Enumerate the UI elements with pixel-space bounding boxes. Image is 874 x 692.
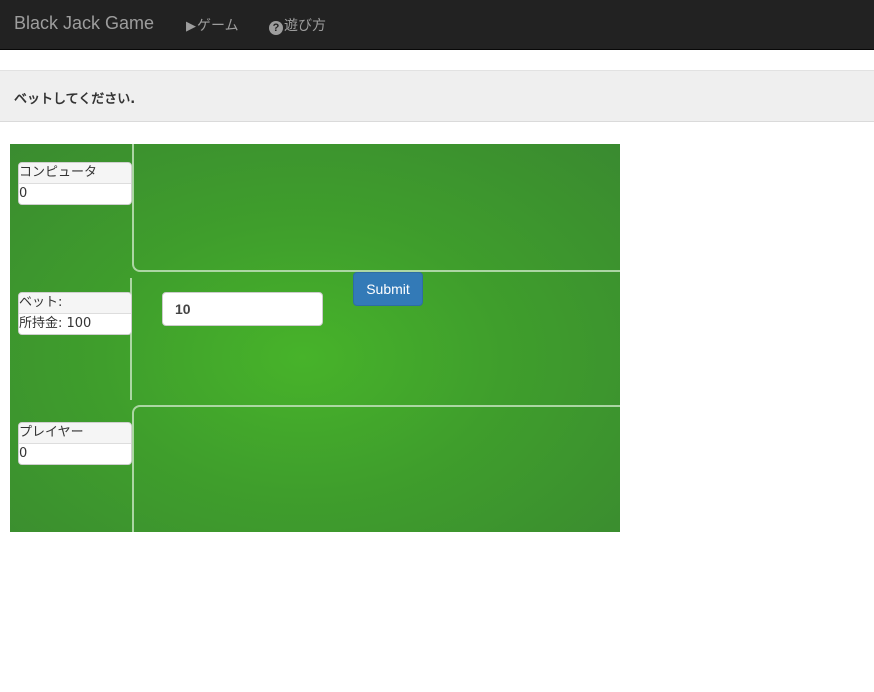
question-circle-icon: ? — [269, 21, 283, 35]
bet-info-box: ベット: 所持金: 100 — [18, 292, 132, 335]
submit-button[interactable]: Submit — [353, 272, 423, 306]
player-score-box: プレイヤー 0 — [18, 422, 132, 465]
nav-howto-link[interactable]: ? 遊び方 — [269, 15, 326, 35]
computer-score-box: コンピュータ 0 — [18, 162, 132, 205]
brand-link[interactable]: Black Jack Game — [14, 13, 154, 34]
nav-game-label: ゲーム — [197, 18, 239, 34]
computer-label: コンピュータ — [19, 163, 131, 184]
status-message-bar: ベットしてください. — [0, 70, 874, 122]
bet-label: ベット: — [19, 293, 131, 314]
play-icon: ▶ — [186, 19, 196, 34]
top-navbar: Black Jack Game ▶ゲーム ? 遊び方 — [0, 0, 874, 50]
bet-amount-input[interactable] — [162, 292, 323, 326]
player-card-zone — [132, 405, 620, 532]
money-value: 所持金: 100 — [19, 314, 131, 334]
nav-game-link[interactable]: ▶ゲーム — [186, 15, 239, 35]
computer-score: 0 — [19, 184, 131, 204]
dealer-card-zone — [132, 144, 620, 272]
player-score: 0 — [19, 444, 131, 464]
nav-howto-label: 遊び方 — [284, 18, 326, 34]
player-label: プレイヤー — [19, 423, 131, 444]
status-message: ベットしてください. — [14, 92, 136, 107]
blackjack-table: コンピュータ 0 ベット: 所持金: 100 プレイヤー 0 Submit — [10, 144, 620, 532]
